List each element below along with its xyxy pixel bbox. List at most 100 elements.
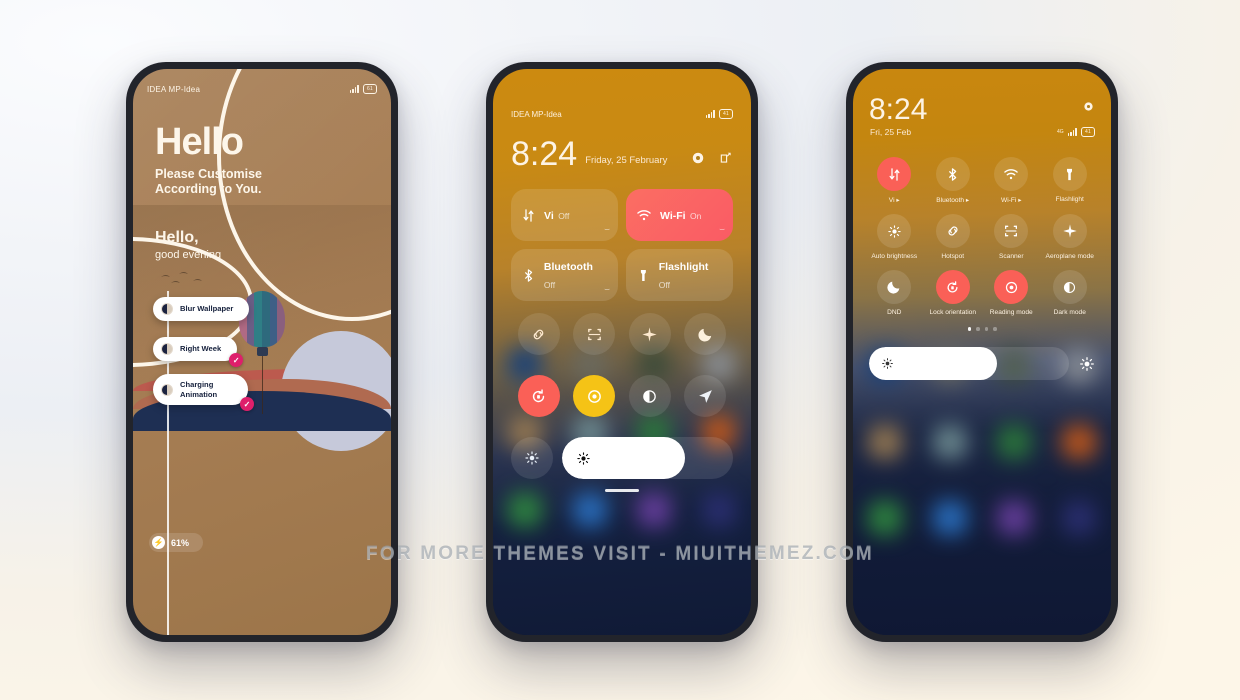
brightness-high-icon xyxy=(1080,356,1094,371)
toggle-vi[interactable]: Vi ▸ xyxy=(865,157,924,204)
day-widget-big: FRIDAY xyxy=(380,390,391,573)
tile-label: Bluetooth xyxy=(543,261,593,273)
feature-card-charging-animation[interactable]: Charging Animation ✓ xyxy=(153,374,254,411)
clock-time: 8:24 xyxy=(869,93,928,126)
toggle-icon-wrap xyxy=(1052,270,1087,304)
toggle-icon-wrap xyxy=(877,214,912,248)
toggle-label: Wi-Fi ▸ xyxy=(1000,197,1022,204)
toggle-icon-wrap xyxy=(1052,157,1087,191)
reading-mode-icon xyxy=(587,389,601,403)
battery-badge: 41 xyxy=(1081,127,1095,137)
feature-card-label: Right Week xyxy=(180,344,222,354)
signal-bars-icon xyxy=(705,110,716,118)
toggle-icon-wrap xyxy=(1052,214,1087,248)
reading-mode-icon xyxy=(1005,281,1017,293)
tile-label: Flashlight xyxy=(658,261,709,273)
contrast-circle-icon xyxy=(161,383,173,396)
birds-icon xyxy=(161,272,202,283)
toggle-hotspot[interactable]: Hotspot xyxy=(924,214,983,260)
day-widget: TODAY IS FRIDAY xyxy=(380,334,391,573)
flashlight-icon xyxy=(640,269,646,281)
tile-expand-arrow-icon[interactable]: ⌣ xyxy=(719,224,725,235)
phone-2-screen: IDEA MP-Idea 41 8:24 Friday, 25 February xyxy=(493,69,751,635)
toggle-label: Aeroplane mode xyxy=(1045,253,1094,260)
brightness-icon xyxy=(577,451,590,465)
network-label: 4G xyxy=(1056,129,1064,135)
lock-orientation-icon xyxy=(947,280,958,293)
moon-dnd-icon xyxy=(698,328,711,341)
page-indicator-dots[interactable] xyxy=(853,327,1111,331)
toggle-label: Hotspot xyxy=(941,253,965,260)
battery-badge: 61 xyxy=(363,84,377,94)
toggle-icon-wrap xyxy=(935,270,970,304)
toggle-icon-wrap xyxy=(935,157,970,191)
tile-vi[interactable]: Vi Off ⌣ xyxy=(511,189,618,241)
toggle-scanner[interactable]: Scanner xyxy=(982,214,1041,260)
toggle-dnd[interactable]: DND xyxy=(865,270,924,316)
brightness-icon xyxy=(882,358,893,369)
settings-gear-icon[interactable] xyxy=(691,151,705,165)
dark-mode-icon xyxy=(1064,281,1076,293)
settings-gear-button[interactable] xyxy=(1083,101,1094,112)
toggle-scanner[interactable] xyxy=(573,313,616,355)
brightness-slider-row xyxy=(869,347,1095,380)
contrast-circle-icon xyxy=(161,343,173,355)
phone-2-status-bar: IDEA MP-Idea 41 xyxy=(493,107,751,121)
feature-card-right-week[interactable]: Right Week ✓ xyxy=(153,337,244,367)
tile-flashlight[interactable]: Flashlight Off xyxy=(626,249,733,301)
moon-dnd-icon xyxy=(887,281,900,294)
feature-card-blur-wallpaper[interactable]: Blur Wallpaper xyxy=(153,297,250,321)
toggle-wifi[interactable]: Wi-Fi ▸ xyxy=(982,157,1041,204)
brightness-slider-fill xyxy=(869,347,997,380)
phone-3-status-icons: 4G 41 xyxy=(1057,127,1095,137)
toggle-icon-wrap xyxy=(994,157,1029,191)
toggle-bluetooth[interactable]: Bluetooth ▸ xyxy=(924,157,983,204)
toggle-label: Reading mode xyxy=(989,309,1033,316)
round-toggle-row-2 xyxy=(511,375,733,417)
toggle-aeroplane[interactable] xyxy=(628,313,671,355)
edit-expand-icon[interactable] xyxy=(719,151,733,165)
toggle-auto-brightness[interactable]: Auto brightness xyxy=(865,214,924,260)
toggle-label: Flashlight xyxy=(1055,196,1084,203)
toggle-reading-mode[interactable]: Reading mode xyxy=(982,270,1041,316)
tile-bluetooth[interactable]: Bluetooth Off ⌣ xyxy=(511,249,618,301)
brightness-toggle-button[interactable] xyxy=(511,437,553,479)
tile-state: On xyxy=(690,211,702,221)
quick-tiles-grid: Vi Off ⌣ Wi-Fi On ⌣ Bluetooth Off ⌣ Flas… xyxy=(511,189,733,301)
toggle-flashlight[interactable]: Flashlight xyxy=(1041,157,1100,204)
scanner-icon xyxy=(1005,225,1018,237)
contrast-circle-icon xyxy=(161,303,173,315)
feature-card-label: Charging Animation xyxy=(180,380,218,399)
toggle-icon-wrap xyxy=(994,270,1029,304)
toggle-label: Bluetooth ▸ xyxy=(936,197,970,204)
toggle-icon-wrap xyxy=(877,157,912,191)
signal-bars-icon xyxy=(349,85,360,93)
brightness-slider[interactable] xyxy=(869,347,1069,380)
toggle-aeroplane[interactable]: Aeroplane mode xyxy=(1041,214,1100,260)
toggle-icon-wrap xyxy=(994,214,1029,248)
brightness-slider[interactable] xyxy=(562,437,733,479)
toggle-label: Dark mode xyxy=(1053,309,1086,316)
greeting-title: Hello xyxy=(155,121,244,163)
lock-orientation-icon xyxy=(533,388,545,402)
tile-label: Wi-Fi xyxy=(660,210,686,222)
bluetooth-icon xyxy=(949,167,957,181)
toggle-lock-orientation[interactable] xyxy=(517,375,560,417)
toggle-hotspot[interactable] xyxy=(517,313,560,355)
toggle-lock-orientation[interactable]: Lock orientation xyxy=(924,270,983,316)
signal-bars-icon xyxy=(1067,128,1078,136)
tile-expand-arrow-icon[interactable]: ⌣ xyxy=(604,224,610,235)
greeting-hello: Hello, xyxy=(155,229,199,246)
tile-wifi[interactable]: Wi-Fi On ⌣ xyxy=(626,189,733,241)
toggle-dnd[interactable] xyxy=(684,313,727,355)
brightness-high-button[interactable] xyxy=(1079,356,1095,372)
home-indicator[interactable] xyxy=(605,489,639,492)
tile-state: Off xyxy=(543,280,556,290)
toggle-dark-mode[interactable]: Dark mode xyxy=(1041,270,1100,316)
tile-expand-arrow-icon[interactable]: ⌣ xyxy=(604,284,610,295)
clock-row: 8:24 Friday, 25 February xyxy=(511,137,733,171)
toggle-location[interactable] xyxy=(684,375,727,417)
toggle-reading-mode[interactable] xyxy=(573,375,616,417)
toggle-dark-mode[interactable] xyxy=(628,375,671,417)
phone-1-status-bar: IDEA MP-Idea 61 xyxy=(133,81,391,97)
